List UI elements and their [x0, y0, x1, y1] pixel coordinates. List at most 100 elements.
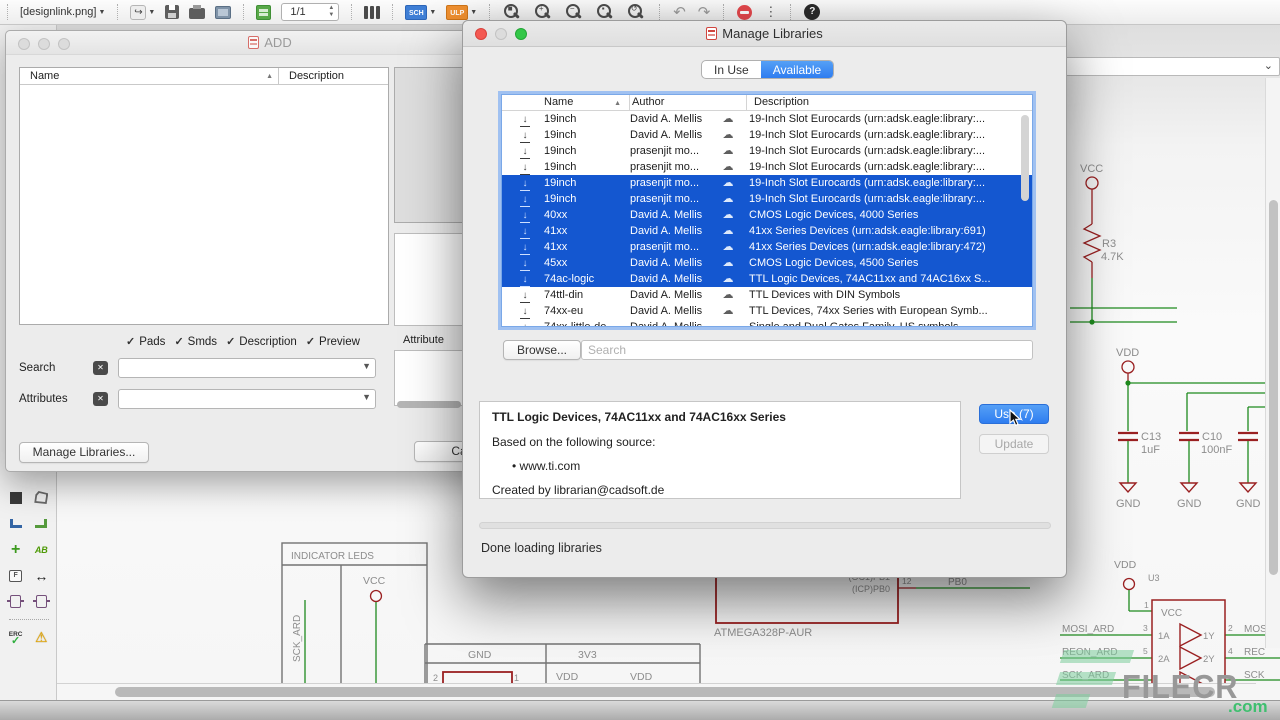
add-description-header[interactable]: Description [279, 68, 344, 84]
print-button[interactable] [189, 5, 205, 19]
library-search-input[interactable] [581, 340, 1033, 360]
polygon-tool-icon[interactable] [31, 489, 51, 506]
value-tag-tool-icon[interactable]: F [6, 567, 26, 584]
library-row[interactable]: ↓ 74xx-eu David A. Mellis ☁ TTL Devices,… [502, 303, 1032, 319]
tab-in-use[interactable]: In Use [702, 61, 761, 78]
library-row[interactable]: ↓ 74ttl-din David A. Mellis ☁ TTL Device… [502, 287, 1032, 303]
library-name: 74ttl-din [544, 287, 630, 303]
dialog-title: Manage Libraries [722, 26, 822, 41]
library-row[interactable]: ↓ 40xx David A. Mellis ☁ CMOS Logic Devi… [502, 207, 1032, 223]
library-author: David A. Mellis [630, 287, 707, 303]
svg-text:VCC: VCC [363, 575, 386, 587]
zoom-select-icon[interactable]: ▪ [597, 4, 614, 21]
page-indicator-stepper[interactable]: 1/1 ▲▼ [281, 3, 339, 21]
library-row[interactable]: ↓ 19inch prasenjit mo... ☁ 19-Inch Slot … [502, 159, 1032, 175]
browse-button[interactable]: Browse... [503, 340, 581, 360]
zoom-redraw-icon[interactable]: ↺ [628, 4, 645, 21]
preview-checkbox[interactable]: ✓Preview [306, 335, 360, 348]
close-icon[interactable] [18, 38, 30, 50]
library-row[interactable]: ↓ 19inch prasenjit mo... ☁ 19-Inch Slot … [502, 191, 1032, 207]
junction-tool-icon[interactable]: + [6, 541, 26, 558]
svg-text:SCK: SCK [1244, 670, 1265, 681]
zoom-window-icon[interactable] [58, 38, 70, 50]
svg-text:VDD: VDD [556, 671, 579, 683]
svg-text:4.7K: 4.7K [1101, 251, 1124, 263]
description-checkbox[interactable]: ✓Description [226, 335, 297, 348]
overflow-dots-icon[interactable]: ⋮ [764, 4, 777, 20]
net-tool-icon[interactable] [31, 515, 51, 532]
library-row[interactable]: ↓ 41xx David A. Mellis ☁ 41xx Series Dev… [502, 223, 1032, 239]
attributes-combobox[interactable]: ▼ [118, 389, 376, 409]
svg-text:100nF: 100nF [1201, 444, 1232, 456]
library-row[interactable]: ↓ 19inch David A. Mellis ☁ 19-Inch Slot … [502, 111, 1032, 127]
library-row[interactable]: ↓ 74xx-little-de David A. Mellis ☁ Singl… [502, 319, 1032, 327]
columns-view-button[interactable] [364, 6, 380, 19]
sch-dropdown-button[interactable]: SCH▼ [405, 5, 436, 20]
sheet-thumbnails-button[interactable] [256, 5, 271, 20]
clear-search-icon[interactable]: ✕ [93, 361, 108, 375]
export-icon: ↪ [130, 5, 146, 20]
clear-attributes-icon[interactable]: ✕ [93, 392, 108, 406]
library-row[interactable]: ↓ 19inch David A. Mellis ☁ 19-Inch Slot … [502, 127, 1032, 143]
svg-text:C13: C13 [1141, 431, 1161, 443]
library-name: 19inch [544, 159, 630, 175]
dialog-titlebar[interactable]: Manage Libraries [463, 21, 1066, 47]
stop-icon[interactable] [737, 5, 752, 20]
undo-icon[interactable]: ↶ [673, 3, 686, 21]
library-row[interactable]: ↓ 45xx David A. Mellis ☁ CMOS Logic Devi… [502, 255, 1032, 271]
cloud-icon: ☁ [707, 175, 749, 191]
name-column-header[interactable]: Name▲ [502, 95, 630, 110]
table-scrollbar-thumb[interactable] [1021, 115, 1029, 201]
zoom-out-icon[interactable]: − [566, 4, 583, 21]
erc-check-icon[interactable]: ERC✓ [6, 629, 26, 646]
zoom-in-icon[interactable]: + [535, 4, 552, 21]
add-window-titlebar[interactable]: ADD [6, 31, 534, 55]
minimize-icon[interactable] [38, 38, 50, 50]
sheet-selector-combo[interactable]: ⌄ [1040, 57, 1280, 76]
vertical-scrollbar-thumb[interactable] [1269, 200, 1278, 575]
horizontal-scrollbar-thumb[interactable] [115, 687, 1215, 697]
eagle-app-window: VCC R3 4.7K VDD [0, 0, 1280, 720]
save-button[interactable] [165, 5, 179, 19]
wire-tool-icon[interactable] [6, 515, 26, 532]
minimize-icon[interactable] [495, 28, 507, 40]
tab-available[interactable]: Available [761, 61, 833, 78]
mirror-tool-icon[interactable]: ↔ [31, 567, 51, 584]
search-combobox[interactable]: ▼ [118, 358, 376, 378]
gate-swap-tool-icon[interactable] [31, 593, 51, 610]
stepper-arrows-icon[interactable]: ▲▼ [328, 5, 334, 19]
pads-checkbox[interactable]: ✓Pads [126, 335, 165, 348]
attribute-scrollbar-thumb[interactable] [397, 401, 461, 408]
check-icon: ✓ [226, 335, 235, 348]
add-name-header[interactable]: Name▲ [20, 68, 279, 84]
window-select-dropdown[interactable]: [designlink.png]▼ [20, 6, 105, 18]
close-icon[interactable] [475, 28, 487, 40]
vertical-scrollbar[interactable] [1265, 78, 1280, 648]
smds-checkbox[interactable]: ✓Smds [174, 335, 217, 348]
redo-icon[interactable]: ↷ [698, 3, 711, 21]
library-row[interactable]: ↓ 74ac-logic David A. Mellis ☁ TTL Logic… [502, 271, 1032, 287]
library-row[interactable]: ↓ 19inch prasenjit mo... ☁ 19-Inch Slot … [502, 143, 1032, 159]
watermark-bar-icon [1060, 650, 1134, 663]
library-row[interactable]: ↓ 19inch prasenjit mo... ☁ 19-Inch Slot … [502, 175, 1032, 191]
zoom-window-icon[interactable] [515, 28, 527, 40]
rect-tool-icon[interactable] [6, 489, 26, 506]
description-column-header[interactable]: Description [747, 95, 1032, 110]
download-icon: ↓ [520, 146, 530, 159]
library-row[interactable]: ↓ 41xx prasenjit mo... ☁ 41xx Series Dev… [502, 239, 1032, 255]
author-column-header[interactable]: Author [630, 95, 747, 110]
watermark-brand-text: FILECR [1122, 668, 1238, 706]
svg-text:MOSI_ARD: MOSI_ARD [1062, 624, 1114, 635]
label-tool-icon[interactable]: AB [31, 541, 51, 558]
add-library-table[interactable]: Name▲ Description [19, 67, 389, 325]
manage-libraries-button[interactable]: Manage Libraries... [19, 442, 149, 463]
available-libraries-table: Name▲ Author Description ↓ 19inch David … [501, 94, 1033, 327]
update-button[interactable]: Update [979, 434, 1049, 454]
zoom-fit-icon[interactable]: ■ [504, 4, 521, 21]
ulp-dropdown-button[interactable]: ULP▼ [446, 5, 477, 20]
help-icon[interactable]: ? [804, 4, 820, 20]
warning-icon[interactable]: ⚠ [31, 629, 51, 646]
gate-add-tool-icon[interactable] [6, 593, 26, 610]
export-button[interactable]: ↪▼ [130, 5, 155, 20]
image-export-button[interactable] [215, 6, 231, 19]
